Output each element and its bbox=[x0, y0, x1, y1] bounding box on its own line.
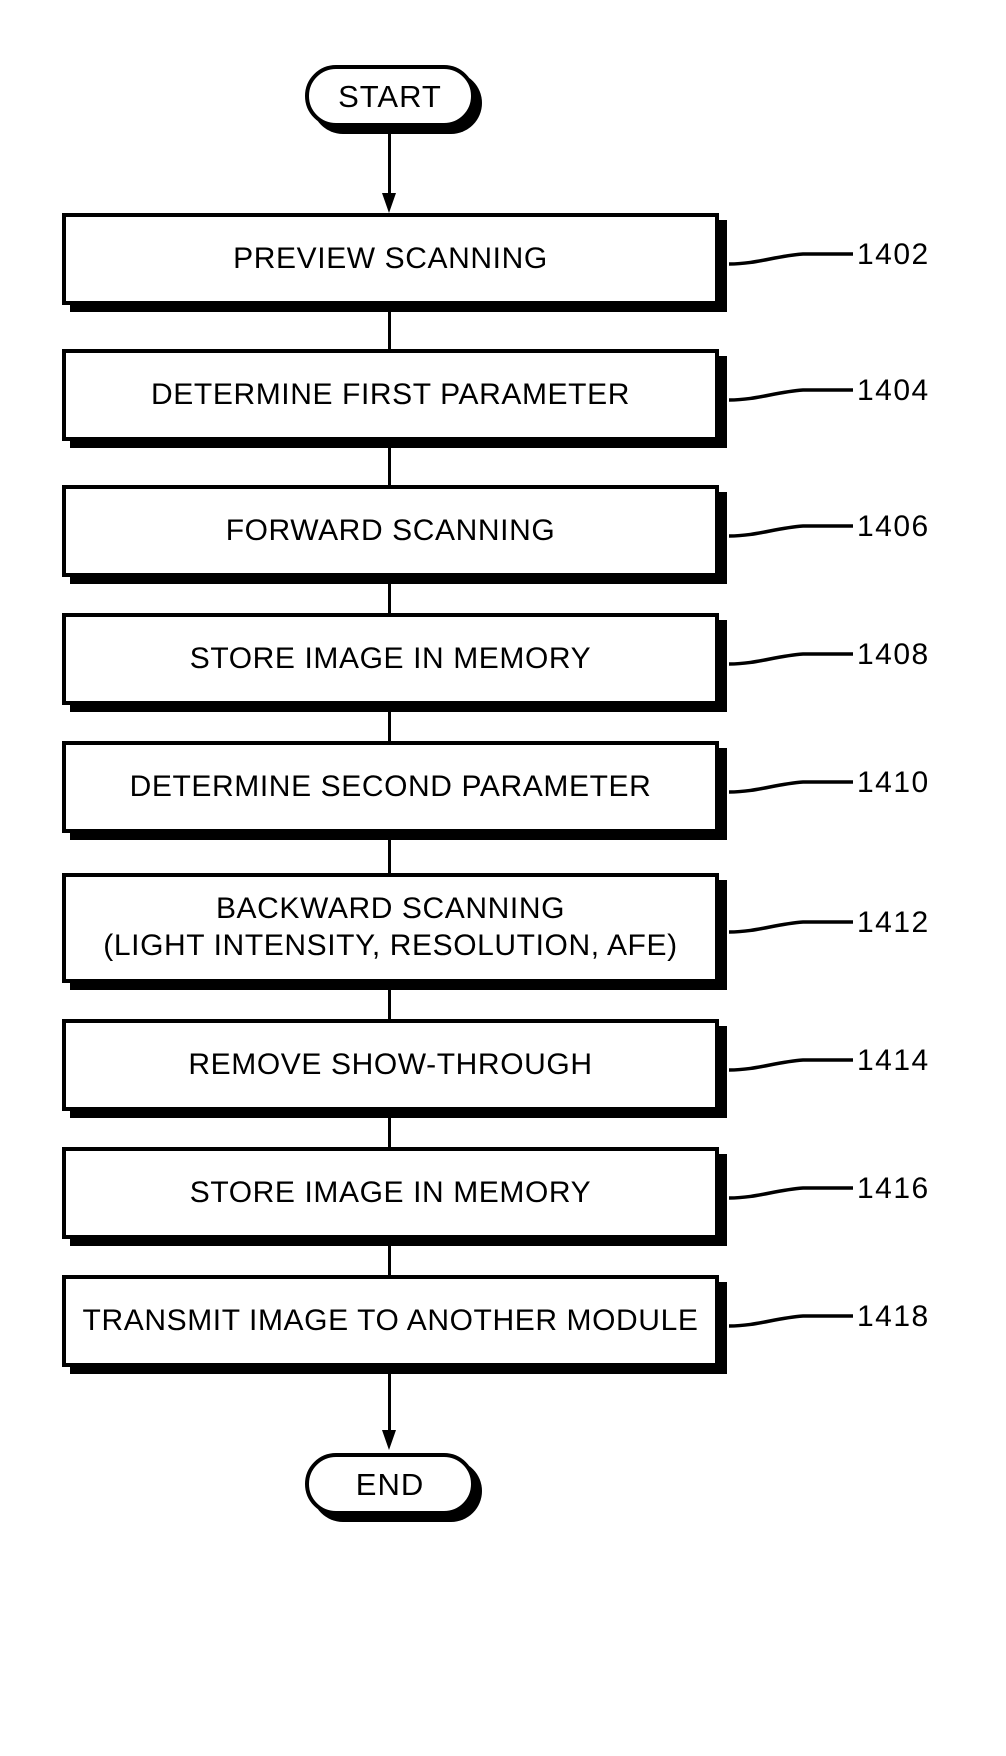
process-1412-label-line2: (LIGHT INTENSITY, RESOLUTION, AFE) bbox=[103, 929, 678, 962]
flowchart-diagram: START PREVIEW SCANNING 1402 DETERMINE FI… bbox=[0, 0, 1006, 1756]
process-1408: STORE IMAGE IN MEMORY bbox=[62, 613, 719, 705]
process-1404-label: DETERMINE FIRST PARAMETER bbox=[151, 377, 630, 411]
process-1412: BACKWARD SCANNING (LIGHT INTENSITY, RESO… bbox=[62, 873, 719, 983]
process-1410-label: DETERMINE SECOND PARAMETER bbox=[129, 769, 652, 803]
leader-line-1408 bbox=[728, 652, 853, 666]
connector-start-to-1402 bbox=[382, 127, 396, 213]
leader-line-1418 bbox=[728, 1314, 853, 1328]
process-1418: TRANSMIT IMAGE TO ANOTHER MODULE bbox=[62, 1275, 719, 1367]
ref-number-1416: 1416 bbox=[857, 1172, 930, 1205]
leader-line-1416 bbox=[728, 1186, 853, 1200]
process-1408-label: STORE IMAGE IN MEMORY bbox=[189, 641, 592, 675]
connector-1418-to-end bbox=[382, 1374, 396, 1456]
leader-line-1412 bbox=[728, 920, 853, 934]
process-1410: DETERMINE SECOND PARAMETER bbox=[62, 741, 719, 833]
ref-number-1418: 1418 bbox=[857, 1300, 930, 1333]
process-1414: REMOVE SHOW-THROUGH bbox=[62, 1019, 719, 1111]
leader-line-1404 bbox=[728, 388, 853, 402]
ref-number-1410: 1410 bbox=[857, 766, 930, 799]
process-1416: STORE IMAGE IN MEMORY bbox=[62, 1147, 719, 1239]
ref-number-1412: 1412 bbox=[857, 906, 930, 939]
ref-number-1408: 1408 bbox=[857, 638, 930, 671]
leader-line-1410 bbox=[728, 780, 853, 794]
start-node-label: START bbox=[338, 78, 442, 114]
ref-number-1406: 1406 bbox=[857, 510, 930, 543]
process-1414-label: REMOVE SHOW-THROUGH bbox=[188, 1047, 593, 1081]
ref-number-1414: 1414 bbox=[857, 1044, 930, 1077]
process-1406-label: FORWARD SCANNING bbox=[225, 513, 556, 547]
process-1412-label-line1: BACKWARD SCANNING bbox=[215, 892, 566, 926]
process-1404: DETERMINE FIRST PARAMETER bbox=[62, 349, 719, 441]
end-node-label: END bbox=[355, 1466, 425, 1502]
leader-line-1402 bbox=[728, 252, 853, 266]
start-node: START bbox=[305, 65, 475, 127]
process-1402-label: PREVIEW SCANNING bbox=[233, 241, 548, 275]
process-1416-label: STORE IMAGE IN MEMORY bbox=[189, 1175, 592, 1209]
leader-line-1414 bbox=[728, 1058, 853, 1072]
end-node: END bbox=[305, 1453, 475, 1515]
ref-number-1404: 1404 bbox=[857, 374, 930, 407]
leader-line-1406 bbox=[728, 524, 853, 538]
ref-number-1402: 1402 bbox=[857, 238, 930, 271]
process-1418-label: TRANSMIT IMAGE TO ANOTHER MODULE bbox=[82, 1303, 699, 1337]
process-1402: PREVIEW SCANNING bbox=[62, 213, 719, 305]
process-1406: FORWARD SCANNING bbox=[62, 485, 719, 577]
